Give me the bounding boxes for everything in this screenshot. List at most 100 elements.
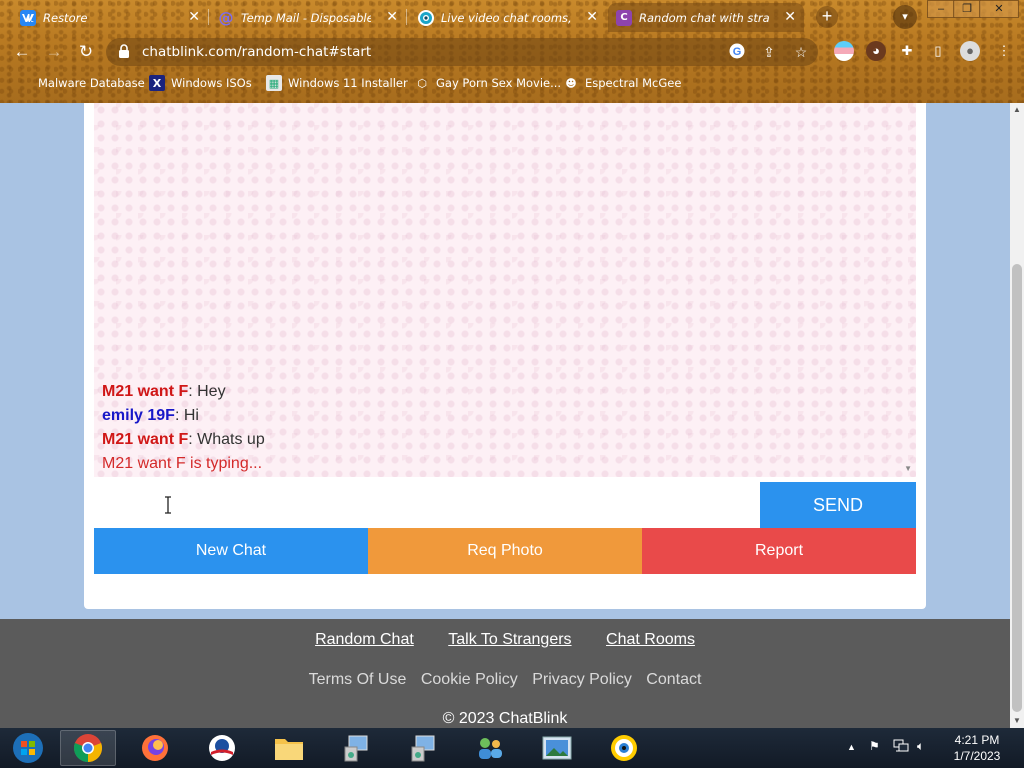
close-icon[interactable]: ✕ bbox=[188, 9, 200, 25]
tab-search-chevron-icon[interactable]: ▾ bbox=[893, 5, 917, 29]
scrollbar-thumb[interactable] bbox=[1012, 264, 1022, 712]
address-bar[interactable]: chatblink.com/random-chat#start G ⇪ ☆ bbox=[106, 38, 818, 66]
footer-main-links: Random Chat Talk To Strangers Chat Rooms bbox=[0, 631, 1010, 649]
message-text: : Hey bbox=[188, 383, 226, 400]
site-footer: Random Chat Talk To Strangers Chat Rooms… bbox=[0, 619, 1010, 728]
menu-kebab-icon[interactable]: ⋮ bbox=[994, 41, 1014, 61]
message-sender: M21 want F bbox=[102, 383, 189, 400]
footer-link-privacy-policy[interactable]: Privacy Policy bbox=[532, 671, 632, 688]
footer-link-cookie-policy[interactable]: Cookie Policy bbox=[421, 671, 518, 688]
volume-icon[interactable]: 🔈︎ bbox=[917, 739, 924, 754]
show-hidden-icons-icon[interactable]: ▲ bbox=[847, 742, 856, 752]
footer-link-random-chat[interactable]: Random Chat bbox=[315, 631, 414, 648]
request-photo-button[interactable]: Req Photo bbox=[368, 528, 642, 574]
bookmark-label: Espectral McGee bbox=[585, 76, 682, 90]
minimize-button[interactable]: – bbox=[927, 0, 955, 18]
chat-message: M21 want F: Whats up bbox=[102, 431, 265, 449]
new-tab-button[interactable]: + bbox=[816, 6, 838, 28]
taskbar-live-video-chat[interactable] bbox=[596, 730, 652, 766]
restore-button[interactable]: ❐ bbox=[953, 0, 981, 18]
google-icon[interactable]: G bbox=[728, 43, 746, 61]
bookmark-malware-database[interactable]: Malware Database bbox=[16, 75, 145, 91]
web-page: M21 want F: Hey emily 19F: Hi M21 want F… bbox=[0, 103, 1010, 728]
footer-policy-links: Terms Of Use Cookie Policy Privacy Polic… bbox=[0, 671, 1010, 689]
account-avatar-icon[interactable]: ● bbox=[960, 41, 980, 61]
pride-flag-extension-icon[interactable] bbox=[834, 41, 854, 61]
side-panel-icon[interactable]: ▯ bbox=[928, 41, 948, 61]
clock-time: 4:21 PM bbox=[954, 733, 1000, 747]
folder-icon bbox=[275, 739, 303, 760]
bookmark-label: Gay Porn Sex Movie... bbox=[436, 76, 562, 90]
image-icon: ▦ bbox=[266, 75, 282, 91]
send-button[interactable]: SEND bbox=[760, 482, 916, 528]
chat-actions: New Chat Req Photo Report bbox=[94, 528, 916, 574]
copyright: © 2023 ChatBlink bbox=[442, 710, 568, 727]
start-button[interactable] bbox=[0, 730, 56, 766]
bookmark-movie[interactable]: ⬡ Gay Porn Sex Movie... bbox=[414, 75, 561, 91]
bookmark-espectral-mcgee[interactable]: ☻ Espectral McGee bbox=[563, 75, 681, 91]
footer-link-chat-rooms[interactable]: Chat Rooms bbox=[606, 631, 695, 648]
system-clock[interactable]: 4:21 PM 1/7/2023 bbox=[944, 732, 1010, 764]
tab-title: Live video chat rooms, sim bbox=[441, 10, 571, 25]
taskbar-network-users[interactable] bbox=[462, 730, 518, 766]
chrome-icon bbox=[73, 734, 103, 762]
action-center-flag-icon[interactable]: ⚑ bbox=[869, 739, 880, 753]
network-icon[interactable] bbox=[893, 739, 909, 756]
report-button[interactable]: Report bbox=[642, 528, 916, 574]
message-input[interactable] bbox=[94, 482, 760, 528]
vk-icon bbox=[20, 9, 36, 26]
tab-strip: Restore ✕ @ Temp Mail - Disposable Te ✕ … bbox=[0, 0, 1024, 34]
eye-camera-icon bbox=[611, 735, 637, 761]
taskbar-file-explorer[interactable] bbox=[261, 730, 317, 766]
reload-icon[interactable]: ↻ bbox=[74, 40, 98, 64]
taskbar-obama-app[interactable] bbox=[194, 730, 250, 766]
bookmark-windows-11-installer[interactable]: ▦ Windows 11 Installer bbox=[266, 75, 408, 91]
taskbar-installer-1[interactable] bbox=[328, 730, 384, 766]
back-arrow-icon[interactable]: ← bbox=[10, 40, 34, 64]
close-icon[interactable]: ✕ bbox=[386, 9, 398, 25]
tab-title: Random chat with strange bbox=[639, 10, 769, 25]
taskbar-image-viewer[interactable] bbox=[529, 730, 585, 766]
message-sender: emily 19F bbox=[102, 407, 175, 424]
new-chat-button[interactable]: New Chat bbox=[94, 528, 368, 574]
tab-restore[interactable]: Restore ✕ bbox=[12, 3, 208, 32]
browser-chrome: Restore ✕ @ Temp Mail - Disposable Te ✕ … bbox=[0, 0, 1024, 103]
tab-temp-mail[interactable]: @ Temp Mail - Disposable Te ✕ bbox=[210, 3, 406, 32]
close-window-button[interactable]: ✕ bbox=[979, 0, 1019, 18]
close-icon[interactable]: ✕ bbox=[586, 9, 598, 25]
computer-installer-icon bbox=[411, 735, 435, 762]
svg-text:G: G bbox=[733, 46, 742, 58]
taskbar-firefox[interactable] bbox=[127, 730, 183, 766]
bookmark-star-icon[interactable]: ☆ bbox=[792, 43, 810, 61]
scroll-down-icon[interactable]: ▼ bbox=[1010, 714, 1024, 728]
extensions-puzzle-icon[interactable]: ✚ bbox=[897, 41, 917, 61]
message-text: : Whats up bbox=[188, 431, 265, 448]
chat-card: M21 want F: Hey emily 19F: Hi M21 want F… bbox=[84, 103, 926, 609]
scroll-up-icon[interactable]: ▲ bbox=[1010, 103, 1024, 117]
camera-icon bbox=[418, 9, 434, 26]
footer-link-terms[interactable]: Terms Of Use bbox=[309, 671, 407, 688]
message-sender: M21 want F bbox=[102, 431, 189, 448]
x-logo-icon: X bbox=[149, 75, 165, 91]
bookmark-label: Malware Database bbox=[38, 76, 145, 90]
chat-scroll-down-icon[interactable]: ▼ bbox=[904, 464, 912, 473]
lock-icon bbox=[119, 44, 129, 58]
footer-link-contact[interactable]: Contact bbox=[646, 671, 701, 688]
forward-arrow-icon[interactable]: → bbox=[42, 40, 66, 64]
windows-orb-icon bbox=[13, 733, 43, 763]
page-scrollbar[interactable]: ▲ ▼ bbox=[1010, 103, 1024, 728]
taskbar-installer-2[interactable] bbox=[395, 730, 451, 766]
close-icon[interactable]: ✕ bbox=[784, 9, 796, 25]
share-icon[interactable]: ⇪ bbox=[760, 43, 778, 61]
windows-taskbar: ▲ ⚑ 🔈︎ 4:21 PM 1/7/2023 bbox=[0, 728, 1024, 768]
profile-extension-icon[interactable]: ◕ bbox=[866, 41, 886, 61]
bookmark-windows-isos[interactable]: X Windows ISOs bbox=[149, 75, 252, 91]
tab-random-chat[interactable]: C Random chat with strange ✕ bbox=[608, 3, 804, 32]
footer-link-talk-to-strangers[interactable]: Talk To Strangers bbox=[448, 631, 571, 648]
computer-installer-icon bbox=[344, 735, 368, 762]
tab-live-video[interactable]: Live video chat rooms, sim ✕ bbox=[410, 3, 606, 32]
taskbar-chrome[interactable] bbox=[60, 730, 116, 766]
tab-title: Restore bbox=[43, 10, 88, 25]
at-icon: @ bbox=[218, 8, 234, 27]
chat-log[interactable]: M21 want F: Hey emily 19F: Hi M21 want F… bbox=[94, 103, 916, 477]
